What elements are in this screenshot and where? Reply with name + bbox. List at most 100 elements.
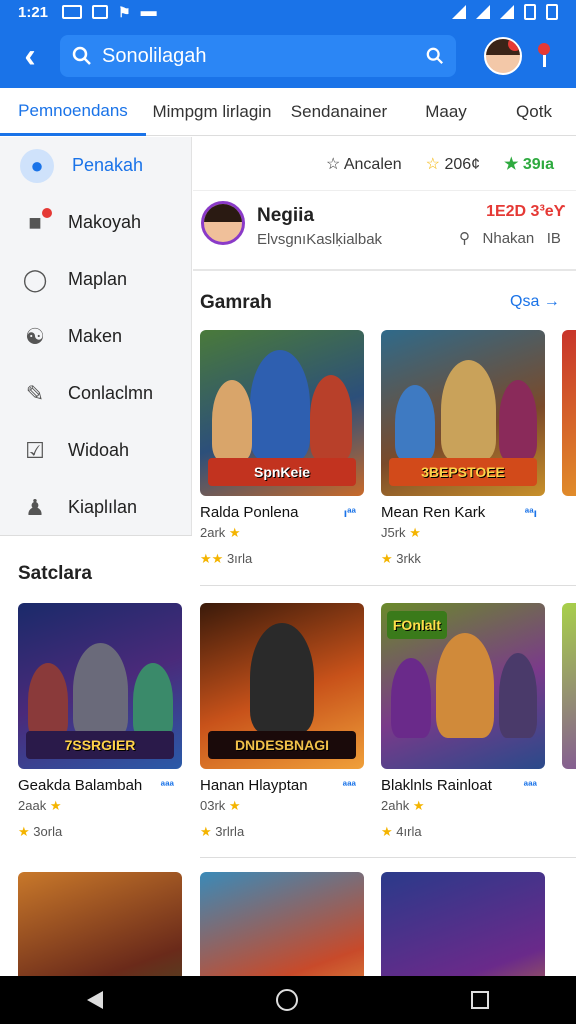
sidebar-item-label: Makoyah [68,212,142,232]
star-filled-icon: ★ [504,155,519,173]
user-avatar[interactable] [484,37,522,75]
sim-icon [546,4,558,20]
profile-search[interactable]: ⚲ Nhakan IB [459,229,561,247]
group-icon: ☯ [25,323,45,349]
ratings-row: ☆ Ancalen ☆ 206¢ ★ 39ıa [193,137,576,191]
nav-home-icon[interactable] [275,989,298,1011]
person-icon: ◯ [22,266,48,292]
shield-icon: ⚑ [118,3,131,20]
profile-icon: ● [20,148,54,183]
system-nav-bar [0,976,576,1024]
game-logo: 3BEPSTOEE [389,458,537,486]
section-divider [0,535,192,536]
tab-bar: Pemnoendans Mimpgm lirlagin Sendanainer … [0,88,576,136]
sidebar-item-1[interactable]: ■ Makoyah [0,194,191,251]
game-thumbnail[interactable] [562,330,576,496]
game-title: Ralda Ponlena [200,504,299,521]
see-all-link[interactable]: Qsa → [510,293,560,311]
rating-text: 4ırla [396,824,422,839]
meta-text: 2ahk [381,798,410,813]
download-indicator: ıªª [343,506,356,520]
game-title: Geakda Balambah [18,777,143,794]
game-meta: 2ark ★ [200,525,364,541]
rating-item: ☆ 206¢ [426,154,480,174]
game-meta: J5rk ★ [381,525,545,541]
section-divider [200,857,576,858]
rating-text: 3orla [33,824,63,839]
badge-dot [42,207,52,218]
grid-card[interactable]: 7SSRGIER Geakda Balambah ªªª 2aak ★ ★ 3o… [18,603,182,840]
alert-icon[interactable] [538,43,550,69]
featured-card-partial[interactable] [562,330,576,496]
featured-card[interactable]: SpnKeie Ralda Ponlena ıªª 2ark ★ ★★ 3ırl… [200,330,364,567]
section-divider [200,585,576,586]
rating-text: 3rlrla [215,824,245,839]
grid-card-partial[interactable] [562,603,576,769]
character-figure [212,380,252,460]
tab-3[interactable]: Maay [400,88,492,136]
game-title: Mean Ren Kark [381,504,486,521]
character-figure [133,663,173,738]
rating-text: 3ırla [226,551,253,566]
search-text[interactable]: Sonolilagah [102,45,426,68]
star-icon: ★ [18,824,30,839]
search-extra: IB [546,230,561,247]
featured-card[interactable]: 3BEPSTOEE Mean Ren Kark ªªı J5rk ★ ★ 3rk… [381,330,545,567]
game-thumbnail[interactable] [562,603,576,769]
battery-icon [524,4,536,20]
sidebar: ● Penakah ■ Makoyah ◯ Maplan ☯ Maken ✎ C… [0,137,192,535]
account-icon: ♟ [25,494,45,520]
character-figure [250,350,310,460]
search-bar[interactable]: Sonolilagah [60,35,456,77]
tab-4[interactable]: Qotk [492,88,576,136]
game-meta: 03rk ★ [200,798,364,814]
profile-subtitle: ElvsgnıKaslḳialbak [257,231,383,248]
download-indicator: ªªª [342,779,356,793]
game-logo: FOnlalt [387,611,447,639]
search-submit-icon[interactable] [426,47,444,65]
nav-back-icon[interactable] [86,991,103,1009]
sidebar-item-0[interactable]: ● Penakah [0,137,191,194]
tab-2[interactable]: Sendanainer [278,88,400,136]
game-thumbnail[interactable]: 7SSRGIER [18,603,182,769]
game-thumbnail[interactable]: FOnlalt [381,603,545,769]
sidebar-item-label: Kiaplılan [68,497,138,517]
grid-card[interactable]: FOnlalt Blaklnls Rainloat ªªª 2ahk ★ ★ 4… [381,603,545,840]
sidebar-item-2[interactable]: ◯ Maplan [0,251,191,308]
game-logo: SpnKeie [208,458,356,486]
tab-1[interactable]: Mimpgm lirlagin [146,88,278,136]
game-thumbnail[interactable]: SpnKeie [200,330,364,496]
star-icon: ★ [49,798,62,813]
wifi-icon [452,5,466,19]
back-button[interactable]: ‹ [0,24,60,88]
status-time: 1:21 [18,3,49,21]
nav-recents-icon[interactable] [471,991,490,1009]
app-screen: 1:21 ⚑ ▬ ‹ Sonolilagah Pemnoendans Mimpg… [0,0,576,1024]
status-notifications: ⚑ ▬ [62,3,157,21]
grid-card[interactable]: DNDESBNAGI Hanan Hlayptan ªªª 03rk ★ ★ 3… [200,603,364,840]
game-logo: DNDESBNAGI [208,731,356,759]
profile-name: Negiia [257,205,315,226]
contacts-icon: ■ [20,207,52,238]
sidebar-item-3[interactable]: ☯ Maken [0,308,191,365]
game-thumbnail[interactable]: DNDESBNAGI [200,603,364,769]
profile-panel: ☆ Ancalen ☆ 206¢ ★ 39ıa Negiia 1E2D 3³eƳ… [193,137,576,271]
sidebar-item-4[interactable]: ✎ Conlaclmn [0,365,191,422]
sidebar-item-6[interactable]: ♟ Kiaplılan [0,479,191,536]
character-figure [441,360,496,460]
star-icon: ★ [381,551,393,566]
sidebar-item-label: Penakah [72,155,144,175]
sidebar-item-label: Widoah [68,440,130,460]
meta-text: 03rk [200,798,226,813]
game-thumbnail[interactable]: 3BEPSTOEE [381,330,545,496]
game-meta: 2aak ★ [18,798,182,814]
profile-avatar[interactable] [201,201,245,245]
search-icon: ⚲ [459,230,470,247]
tab-0[interactable]: Pemnoendans [0,88,146,136]
sidebar-item-5[interactable]: ☑ Widoah [0,422,191,479]
dot-icon: ▬ [140,3,157,20]
game-rating: ★★ 3ırla [200,551,364,567]
game-title: Blaklnls Rainloat [381,777,492,794]
status-system-icons [452,4,558,20]
character-figure [391,658,431,738]
